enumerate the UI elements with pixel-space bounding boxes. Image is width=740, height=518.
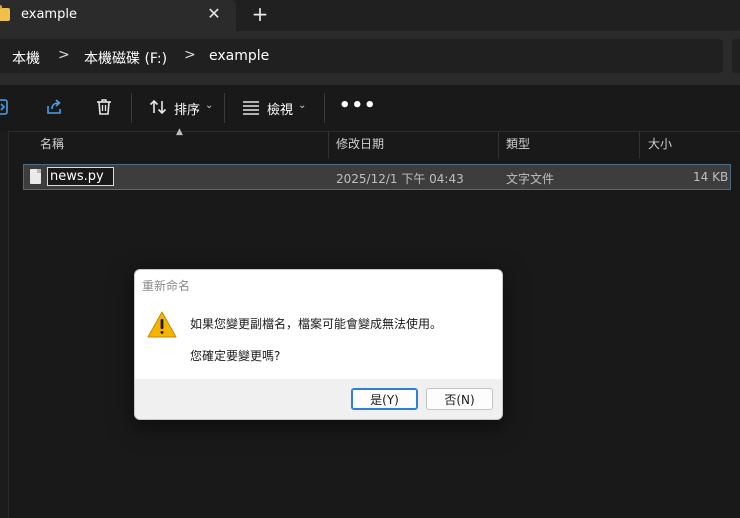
dialog-title: 重新命名 <box>142 279 191 293</box>
column-separator[interactable] <box>639 131 640 158</box>
dialog-message-line2: 您確定要變更嗎? <box>190 349 281 363</box>
column-header-name[interactable]: 名稱 <box>40 131 64 158</box>
view-icon[interactable] <box>241 97 261 117</box>
text-file-icon <box>30 169 41 184</box>
toolbar-divider <box>324 93 325 123</box>
sort-ascending-icon: ▲ <box>176 127 183 137</box>
breadcrumb-this-pc[interactable]: 本機 <box>12 48 40 68</box>
sort-button[interactable]: 排序 <box>174 99 200 118</box>
file-explorer-window: example ✕ + 本機 > 本機磁碟 (F:) > example 排序 … <box>0 0 740 518</box>
search-box[interactable] <box>732 39 740 73</box>
address-row: 本機 > 本機磁碟 (F:) > example <box>0 31 740 85</box>
toolbar-divider <box>224 93 225 123</box>
more-options-icon[interactable]: ••• <box>339 95 377 116</box>
warning-icon <box>147 311 177 338</box>
dialog-footer: 是(Y) 否(N) <box>135 379 502 419</box>
yes-button[interactable]: 是(Y) <box>351 388 418 410</box>
column-header-modified[interactable]: 修改日期 <box>336 131 384 158</box>
no-button[interactable]: 否(N) <box>426 388 493 410</box>
dialog-body: 如果您變更副檔名，檔案可能會變成無法使用。 您確定要變更嗎? <box>135 300 502 379</box>
file-modified-date: 2025/12/1 下午 04:43 <box>336 172 464 186</box>
view-button[interactable]: 檢視 <box>267 99 293 118</box>
tab-strip: example ✕ + <box>0 0 740 31</box>
column-header-type[interactable]: 類型 <box>506 131 530 158</box>
file-type: 文字文件 <box>506 172 555 186</box>
dialog-message-line1: 如果您變更副檔名，檔案可能會變成無法使用。 <box>190 317 443 331</box>
breadcrumb-example[interactable]: example <box>209 48 269 64</box>
share-icon[interactable] <box>44 97 64 117</box>
sort-icon[interactable] <box>148 97 168 117</box>
breadcrumb-separator-icon: > <box>58 47 70 63</box>
column-header-size[interactable]: 大小 <box>648 131 672 158</box>
chevron-down-icon: ⌄ <box>298 100 307 111</box>
column-separator[interactable] <box>328 131 329 158</box>
breadcrumb-local-disk[interactable]: 本機磁碟 (F:) <box>84 48 167 68</box>
toolbar-divider <box>131 93 132 123</box>
delete-icon[interactable] <box>94 97 114 117</box>
breadcrumb-separator-icon: > <box>184 47 196 63</box>
column-separator[interactable] <box>498 131 499 158</box>
new-tab-button[interactable]: + <box>249 3 271 25</box>
navigation-pane[interactable] <box>0 131 9 518</box>
command-bar: 排序 ⌄ 檢視 ⌄ ••• <box>0 85 740 132</box>
chevron-down-icon: ⌄ <box>205 100 214 111</box>
tab-title: example <box>21 7 77 22</box>
dialog-titlebar[interactable]: 重新命名 <box>135 270 502 300</box>
file-size: 14 KB <box>693 170 729 184</box>
file-row[interactable]: 2025/12/1 下午 04:43 文字文件 14 KB <box>23 164 731 190</box>
tab-example[interactable]: example ✕ <box>0 0 236 31</box>
close-tab-icon[interactable]: ✕ <box>204 4 224 24</box>
rename-dialog: 重新命名 如果您變更副檔名，檔案可能會變成無法使用。 您確定要變更嗎? 是(Y)… <box>134 269 503 420</box>
rename-input[interactable] <box>47 167 114 186</box>
folder-icon <box>0 5 10 21</box>
copy-path-icon[interactable] <box>0 97 12 117</box>
